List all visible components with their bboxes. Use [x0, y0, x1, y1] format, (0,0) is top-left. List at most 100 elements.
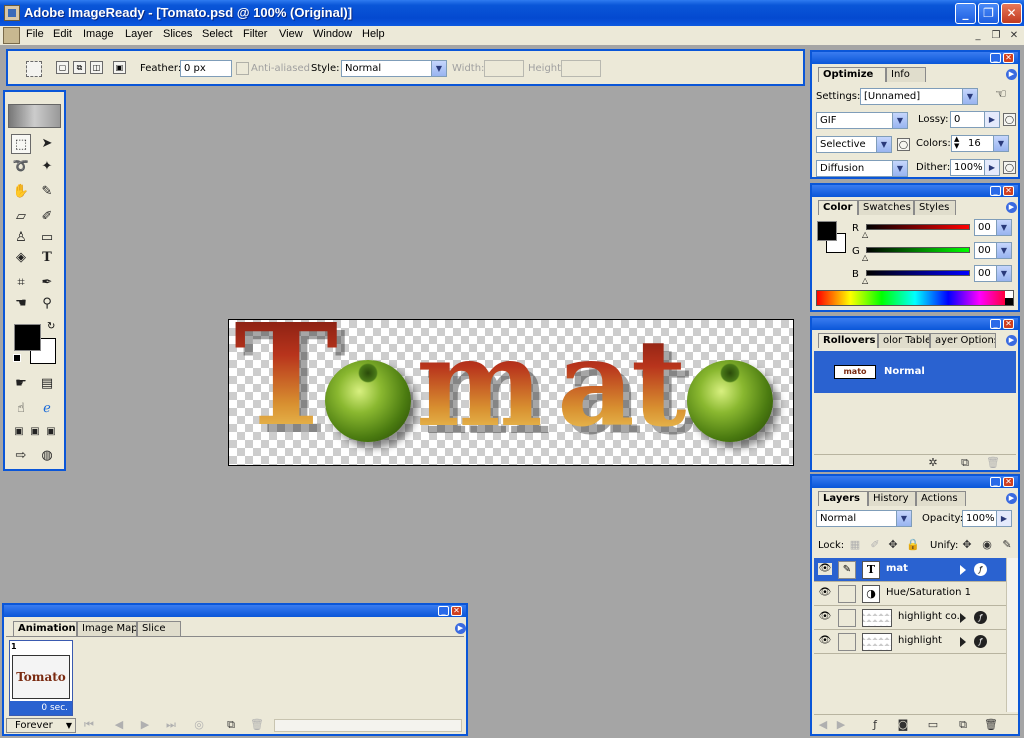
zoom-tool-icon[interactable]: ⚲ — [37, 294, 57, 314]
menu-filter[interactable]: Filter — [243, 28, 267, 40]
width-input[interactable] — [484, 60, 524, 77]
settings-dropdown[interactable]: [Unnamed] ▼ — [860, 88, 978, 105]
tab-layers[interactable]: Layers — [818, 491, 868, 506]
panel-minimize-icon[interactable]: _ — [990, 477, 1001, 487]
layer-row-highlight-copy[interactable]: 👁 highlight co... ƒ — [814, 606, 1006, 630]
palette-menu-icon[interactable]: ▶ — [1006, 69, 1017, 80]
first-frame-icon[interactable]: ⏮ — [82, 718, 96, 732]
style-dropdown[interactable]: Normal ▼ — [341, 60, 447, 77]
opacity-input[interactable]: 100% ▶ — [962, 510, 1012, 527]
full-screen-mode-icon[interactable]: ▣ — [41, 422, 61, 442]
new-layer-set-icon[interactable]: ▭ — [926, 718, 940, 732]
menu-file[interactable]: File — [26, 28, 44, 40]
dither-method-dropdown[interactable]: Diffusion ▼ — [816, 160, 908, 177]
tab-history[interactable]: History — [868, 491, 916, 506]
eraser-tool-icon[interactable]: ▱ — [11, 207, 31, 227]
panel-minimize-icon[interactable]: _ — [990, 319, 1001, 329]
brush-link-icon[interactable]: ✎ — [838, 561, 856, 579]
anti-aliased-checkbox[interactable] — [236, 62, 249, 75]
magic-wand-tool-icon[interactable]: ✦ — [37, 157, 57, 177]
intersect-selection-icon[interactable]: ▣ — [113, 61, 126, 74]
eye-icon[interactable]: 👁 — [818, 587, 832, 599]
add-layer-mask-icon[interactable]: ◙ — [896, 718, 910, 732]
tab-actions[interactable]: Actions — [916, 491, 966, 506]
rectangle-tool-icon[interactable]: ▭ — [37, 228, 57, 248]
play-icon[interactable]: ▶ — [138, 718, 152, 732]
tab-optimize[interactable]: Optimize — [818, 67, 886, 82]
doc-restore-icon[interactable]: ❐ — [989, 29, 1003, 42]
add-layer-style-icon[interactable]: ƒ — [868, 718, 882, 732]
tab-animation[interactable]: Animation — [13, 621, 77, 636]
doc-close-icon[interactable]: ✕ — [1007, 29, 1021, 42]
blend-mode-dropdown[interactable]: Normal ▼ — [816, 510, 912, 527]
palette-menu-icon[interactable]: ▶ — [1006, 493, 1017, 504]
dither-input[interactable]: 100% ▶ — [950, 159, 1000, 176]
tab-layer-options[interactable]: ayer Options — [930, 333, 996, 348]
menu-slices[interactable]: Slices — [163, 28, 192, 40]
swap-colors-icon[interactable]: ↻ — [47, 321, 55, 332]
ramp-black-swatch[interactable] — [1005, 298, 1013, 305]
toggle-slices-icon[interactable]: ☛ — [11, 374, 31, 394]
marquee-tool-preset-icon[interactable] — [26, 61, 42, 77]
create-rollover-state-icon[interactable]: ⧉ — [958, 456, 972, 470]
palette-dropdown[interactable]: Selective ▼ — [816, 136, 892, 153]
subtract-selection-icon[interactable]: ◫ — [90, 61, 103, 74]
menu-view[interactable]: View — [279, 28, 303, 40]
lasso-tool-icon[interactable]: ➰ — [11, 157, 31, 177]
menu-window[interactable]: Window — [313, 28, 352, 40]
layer-row-mat[interactable]: 👁 ✎ T mat ƒ — [814, 558, 1006, 582]
create-layer-based-rollover-icon[interactable]: ✲ — [926, 456, 940, 470]
lock-pixels-icon[interactable]: ✐ — [868, 538, 882, 552]
eyedropper-tool-icon[interactable]: ✒ — [37, 273, 57, 293]
default-colors-icon[interactable] — [13, 354, 21, 362]
tween-icon[interactable]: ◎ — [192, 718, 206, 732]
image-canvas[interactable]: T T m m a a t t — [228, 319, 794, 466]
type-tool-icon[interactable]: T — [37, 248, 57, 268]
tab-styles[interactable]: Styles — [914, 200, 956, 215]
panel-close-icon[interactable]: ✕ — [451, 606, 462, 616]
slice-tool-icon[interactable]: ✋ — [11, 182, 31, 202]
panel-close-icon[interactable]: ✕ — [1003, 319, 1014, 329]
previous-frame-icon[interactable]: ◀ — [112, 718, 126, 732]
lossy-mask-icon[interactable]: ◯ — [1003, 113, 1016, 126]
color-ramp[interactable] — [816, 290, 1014, 306]
b-input[interactable]: 00 ▼ — [974, 265, 1012, 282]
menu-edit[interactable]: Edit — [53, 28, 72, 40]
slice-select-tool-icon[interactable]: ✎ — [37, 182, 57, 202]
clone-stamp-tool-icon[interactable]: ♙ — [11, 228, 31, 248]
next-frame-icon[interactable]: ⏭ — [164, 718, 178, 732]
stepper-icon[interactable]: ▲ ▼ — [954, 136, 959, 150]
preview-in-browser-icon[interactable]: ℯ — [37, 399, 57, 419]
height-input[interactable] — [561, 60, 601, 77]
document-icon[interactable] — [3, 27, 20, 44]
lock-transparency-icon[interactable]: ▦ — [848, 538, 862, 552]
tab-color-table[interactable]: olor Table — [878, 333, 930, 348]
layer-link-box[interactable] — [838, 585, 856, 603]
panel-minimize-icon[interactable]: _ — [990, 53, 1001, 63]
eye-icon[interactable]: 👁 — [818, 611, 832, 623]
g-slider-handle-icon[interactable]: △ — [862, 253, 868, 262]
tab-slice[interactable]: Slice — [137, 621, 181, 636]
menu-help[interactable]: Help — [362, 28, 385, 40]
layer-row-highlight[interactable]: 👁 highlight ƒ — [814, 630, 1006, 654]
panel-minimize-icon[interactable]: _ — [438, 606, 449, 616]
panel-close-icon[interactable]: ✕ — [1003, 477, 1014, 487]
menu-select[interactable]: Select — [202, 28, 233, 40]
expand-effects-icon[interactable] — [960, 613, 966, 623]
panel-close-icon[interactable]: ✕ — [1003, 186, 1014, 196]
layer-link-box[interactable] — [838, 633, 856, 651]
tab-swatches[interactable]: Swatches — [858, 200, 914, 215]
palette-menu-icon[interactable]: ▶ — [455, 623, 466, 634]
g-input[interactable]: 00 ▼ — [974, 242, 1012, 259]
hand-tool-icon[interactable]: ☚ — [11, 294, 31, 314]
r-slider[interactable] — [866, 224, 970, 230]
tab-color[interactable]: Color — [818, 200, 858, 215]
layer-row-hue-saturation[interactable]: 👁 ◑ Hue/Saturation 1 — [814, 582, 1006, 606]
new-selection-icon[interactable]: ▢ — [56, 61, 69, 74]
r-input[interactable]: 00 ▼ — [974, 219, 1012, 236]
tab-image-map[interactable]: Image Map — [77, 621, 137, 636]
format-dropdown[interactable]: GIF ▼ — [816, 112, 908, 129]
imageready-app-icon[interactable] — [4, 5, 20, 21]
minimize-button[interactable]: _ — [955, 3, 976, 24]
menu-layer[interactable]: Layer — [125, 28, 153, 40]
